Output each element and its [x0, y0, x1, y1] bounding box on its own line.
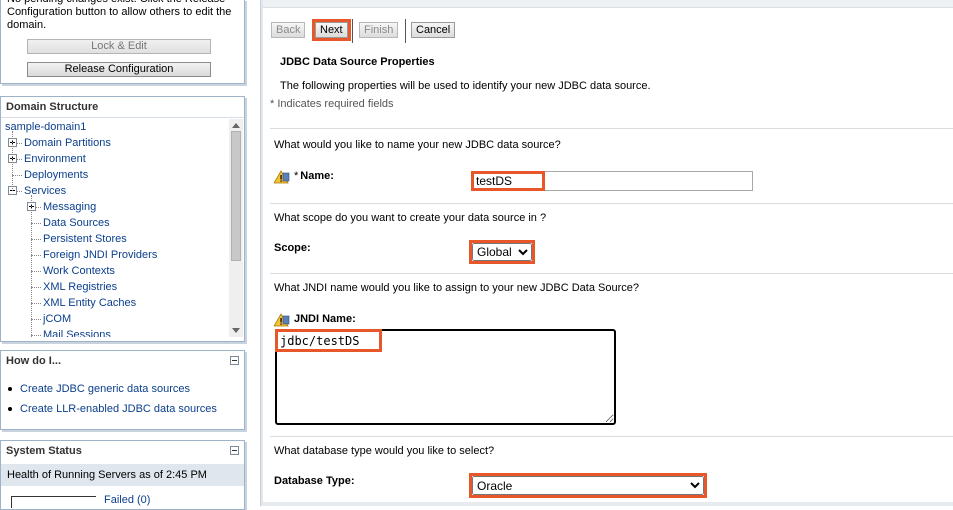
tree-item-persistent-stores[interactable]: Persistent Stores [43, 231, 127, 247]
bottom-strip [263, 502, 953, 506]
tree-item-label[interactable]: XML Entity Caches [43, 297, 136, 309]
tree-connector [31, 223, 41, 224]
main-content: Back Next Finish Cancel JDBC Data Source… [263, 0, 953, 506]
scope-label: Scope: [274, 242, 311, 254]
domain-structure-title: Domain Structure [1, 97, 244, 118]
tree-connector [31, 303, 41, 304]
list-item: Create LLR-enabled JDBC data sources [7, 401, 217, 421]
divider [270, 436, 953, 437]
scroll-down-icon[interactable] [232, 328, 240, 333]
tree-connector [31, 239, 41, 240]
dbtype-question: What database type would you like to sel… [274, 445, 495, 457]
required-mark: * [294, 170, 299, 182]
how-do-i-links: Create JDBC generic data sources Create … [7, 381, 217, 421]
collapse-icon[interactable] [230, 446, 239, 455]
system-status-title-text: System Status [6, 445, 82, 457]
change-center-panel: No pending changes exist. Click the Rele… [0, 0, 245, 84]
top-strip [263, 0, 953, 8]
tree-item-xml-entity-caches[interactable]: XML Entity Caches [43, 295, 136, 311]
tree-item-environment[interactable]: Environment [24, 151, 86, 167]
dbtype-label: Database Type: [274, 475, 355, 487]
section-title: JDBC Data Source Properties [280, 56, 435, 68]
tree-connector [12, 131, 13, 191]
name-label: * Name: [294, 170, 334, 182]
tree-connector [31, 335, 41, 336]
help-icon[interactable] [274, 170, 290, 184]
tree-item-label[interactable]: Messaging [43, 201, 96, 213]
name-label-text: Name: [300, 170, 334, 182]
cancel-button[interactable]: Cancel [411, 22, 456, 38]
list-item: Create JDBC generic data sources [7, 381, 217, 401]
jndi-label: JNDI Name: [294, 313, 356, 325]
toolbar-separator [405, 19, 406, 43]
tree-item-xml-registries[interactable]: XML Registries [43, 279, 117, 295]
finish-button[interactable]: Finish [359, 22, 399, 38]
how-do-i-title: How do I... [1, 351, 244, 372]
divider [270, 203, 953, 204]
tree-item-label[interactable]: Work Contexts [43, 265, 115, 277]
release-configuration-button[interactable]: Release Configuration [27, 62, 211, 77]
scope-select[interactable]: Global [469, 240, 535, 264]
scroll-thumb[interactable] [231, 131, 241, 261]
tree-connector [31, 255, 41, 256]
tree-item-messaging[interactable]: Messaging [43, 199, 96, 215]
divider [270, 128, 953, 129]
domain-tree: sample-domain1 Domain Partitions Environme… [3, 119, 229, 337]
health-status-text: Health of Running Servers as of 2:45 PM [1, 464, 244, 486]
tree-connector [31, 195, 32, 337]
tree-item-foreign-jndi-providers[interactable]: Foreign JNDI Providers [43, 247, 157, 263]
tree-item-label[interactable]: Mail Sessions [43, 329, 111, 337]
tree-item-label[interactable]: Data Sources [43, 217, 110, 229]
health-bar [11, 496, 96, 508]
tree-item-label[interactable]: sample-domain1 [5, 121, 86, 133]
tree-item-jcom[interactable]: jCOM [43, 311, 71, 327]
tree-item-label[interactable]: Domain Partitions [24, 137, 111, 149]
toolbar-separator [352, 19, 353, 43]
tree-item-domain-partitions[interactable]: Domain Partitions [24, 135, 111, 151]
tree-item-deployments[interactable]: Deployments [24, 167, 88, 183]
tree-item-mail-sessions[interactable]: Mail Sessions [43, 327, 111, 337]
tree-connector [31, 287, 41, 288]
system-status-title: System Status [1, 441, 244, 462]
system-status-panel: System Status Health of Running Servers … [0, 440, 245, 510]
name-input[interactable] [471, 171, 753, 191]
how-do-i-title-text: How do I... [6, 355, 61, 367]
how-do-i-panel: How do I... Create JDBC generic data sou… [0, 350, 245, 430]
tree-connector [12, 175, 22, 176]
next-button[interactable]: Next [312, 19, 351, 41]
divider [270, 273, 953, 274]
tree-item-label[interactable]: jCOM [43, 313, 71, 325]
database-type-select[interactable]: Oracle [469, 473, 707, 498]
tree-item-label[interactable]: Deployments [24, 169, 88, 181]
left-column: No pending changes exist. Click the Rele… [0, 0, 260, 510]
tree-item-label[interactable]: XML Registries [43, 281, 117, 293]
required-fields-note: * Indicates required fields [270, 98, 394, 110]
tree-scrollbar[interactable] [229, 119, 243, 337]
tree-item-label[interactable]: Persistent Stores [43, 233, 127, 245]
scroll-up-icon[interactable] [232, 123, 240, 128]
jndi-name-textarea[interactable]: jdbc/testDS [275, 329, 616, 425]
name-question: What would you like to name your new JDB… [274, 139, 561, 151]
change-center-message: No pending changes exist. Click the Rele… [7, 0, 232, 31]
tree-item-data-sources[interactable]: Data Sources [43, 215, 110, 231]
lock-edit-button[interactable]: Lock & Edit [27, 39, 211, 54]
tree-connector [31, 319, 41, 320]
tree-connector [31, 271, 41, 272]
domain-structure-panel: Domain Structure sample-domain1 Domain Pa… [0, 96, 245, 342]
create-generic-datasource-link[interactable]: Create JDBC generic data sources [20, 383, 190, 395]
tree-item-label[interactable]: Foreign JNDI Providers [43, 249, 157, 261]
tree-item-sample-domain1[interactable]: sample-domain1 [5, 119, 86, 135]
help-icon[interactable] [274, 313, 290, 327]
jndi-question: What JNDI name would you like to assign … [274, 282, 639, 294]
tree-item-label[interactable]: Environment [24, 153, 86, 165]
failed-servers-link[interactable]: Failed (0) [104, 494, 150, 506]
create-llr-datasource-link[interactable]: Create LLR-enabled JDBC data sources [20, 403, 217, 415]
back-button[interactable]: Back [271, 22, 306, 38]
section-description: The following properties will be used to… [280, 80, 651, 92]
tree-item-work-contexts[interactable]: Work Contexts [43, 263, 115, 279]
scope-question: What scope do you want to create your da… [274, 212, 547, 224]
collapse-icon[interactable] [230, 356, 239, 365]
